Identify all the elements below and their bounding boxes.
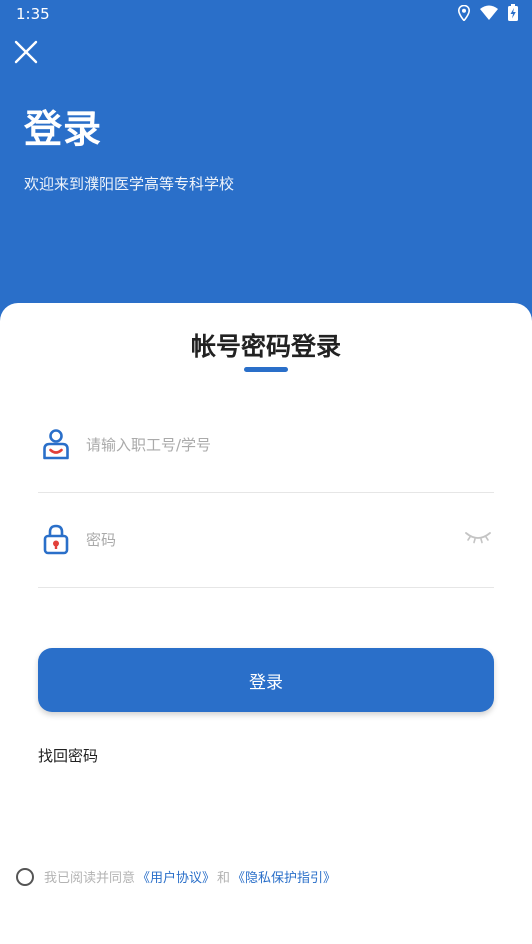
page-subtitle: 欢迎来到濮阳医学高等专科学校 — [24, 175, 235, 193]
status-time: 1:35 — [16, 5, 50, 23]
password-input[interactable] — [84, 525, 448, 555]
status-icons — [458, 4, 518, 21]
user-icon — [42, 428, 70, 460]
location-icon — [458, 4, 470, 21]
agreement-row: 我已阅读并同意 《用户协议》 和 《隐私保护指引》 — [16, 867, 336, 886]
forgot-password-link[interactable]: 找回密码 — [38, 745, 98, 766]
wifi-icon — [480, 5, 498, 20]
username-field — [38, 398, 494, 493]
agree-checkbox[interactable] — [16, 867, 34, 886]
login-button[interactable]: 登录 — [38, 648, 494, 712]
password-field — [38, 493, 494, 588]
eye-closed-icon[interactable] — [464, 529, 492, 545]
title-underline — [244, 367, 288, 372]
user-agreement-link[interactable]: 《用户协议》 — [137, 867, 215, 886]
login-card: 帐号密码登录 请输入职工号/学号 登录 找回密码 我已阅读并同意 《用户协议》 … — [0, 303, 532, 944]
username-input[interactable] — [84, 430, 448, 460]
privacy-policy-link[interactable]: 《隐私保护指引》 — [232, 867, 336, 886]
status-bar: 1:35 — [0, 0, 532, 26]
page-title: 登录 — [24, 107, 103, 151]
login-method-title: 帐号密码登录 — [190, 332, 341, 361]
close-icon — [14, 40, 38, 64]
lock-icon — [42, 523, 70, 555]
header-banner: 1:35 登录 欢迎来到濮阳医学高等专科学校 — [0, 0, 532, 340]
battery-charging-icon — [508, 4, 518, 21]
agreement-prefix: 我已阅读并同意 — [44, 871, 136, 886]
close-button[interactable] — [12, 38, 40, 66]
agreement-conjunction: 和 — [217, 871, 231, 886]
